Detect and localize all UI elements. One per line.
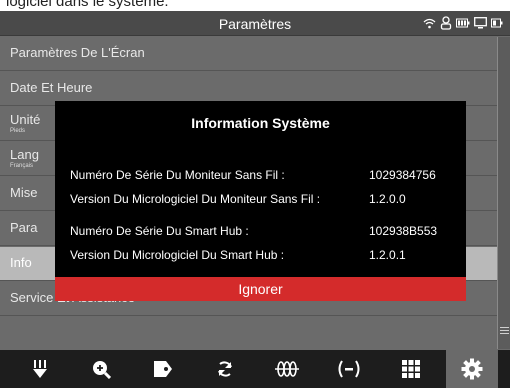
dismiss-button[interactable]: Ignorer [55,277,466,301]
tag-icon[interactable] [137,350,189,388]
info-label: Version Du Micrologiciel Du Smart Hub : [70,248,285,262]
bottom-toolbar [0,350,510,388]
menu-item-label: Info [10,255,32,270]
info-label: Version Du Micrologiciel Du Moniteur San… [70,192,321,206]
info-label: Numéro De Série Du Smart Hub : [70,224,249,238]
info-row: Version Du Micrologiciel Du Moniteur San… [70,192,460,206]
info-value: 1.2.0.0 [369,192,406,206]
menu-item-label: Para [10,220,38,235]
rotate-icon[interactable] [199,350,251,388]
info-label: Numéro De Série Du Moniteur Sans Fil : [70,168,285,182]
scrollbar[interactable] [497,37,510,349]
info-row: Numéro De Série Du Moniteur Sans Fil : 1… [70,168,460,182]
menu-item-label: Lang [10,147,39,162]
status-icons [422,16,504,30]
dialog-title: Information Système [191,115,330,131]
info-value: 1.2.0.1 [369,248,406,262]
device-screen: Paramètres Paramètres De L'Écran Date Et [0,11,510,388]
zoom-in-icon[interactable] [75,350,127,388]
menu-item-value: Pieds [10,128,26,134]
wifi-icon [422,16,436,30]
menu-item-label: Paramètres De L'Écran [10,45,145,60]
battery-icon [456,16,470,30]
menu-item-label: Unité [10,112,41,127]
info-value: 1029384756 [369,168,436,182]
info-value: 102938B553 [369,224,438,238]
sonar-icon[interactable] [261,350,313,388]
person-icon [439,16,453,30]
info-row: Numéro De Série Du Smart Hub : 102938B55… [70,224,460,238]
info-row: Version Du Micrologiciel Du Smart Hub : … [70,248,460,262]
menu-item-value: Français [10,163,34,169]
settings-icon[interactable] [446,350,498,388]
screen-icon [473,16,487,30]
probe-icon[interactable] [14,350,66,388]
caption-strip: logiciel dans le système. [0,0,510,11]
grid-icon[interactable] [385,350,437,388]
scroll-thumb[interactable] [500,327,509,337]
broadcast-icon[interactable] [323,350,375,388]
caption-text: logiciel dans le système. [6,0,169,10]
menu-item-label: Mise [10,185,38,200]
menu-item-screen-settings[interactable]: Paramètres De L'Écran [0,37,497,71]
system-info-dialog: Information Système Numéro De Série Du M… [55,101,466,301]
menu-item-label: Date Et Heure [10,80,93,95]
battery-small-icon [490,16,504,30]
status-bar: Paramètres [0,11,510,36]
